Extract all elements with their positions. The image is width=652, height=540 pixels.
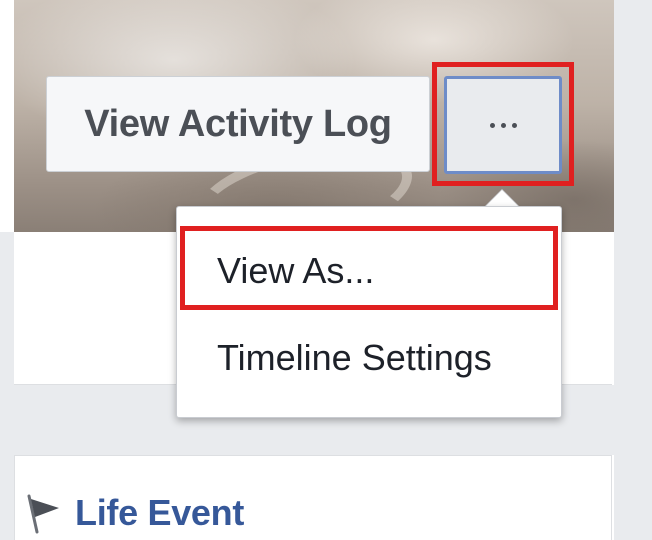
life-event-button[interactable]: Life Event	[23, 492, 244, 534]
more-dots-icon	[489, 122, 517, 128]
profile-page-crop: Life Event View Activity Log View As... …	[0, 0, 652, 540]
menu-item-view-as[interactable]: View As...	[177, 233, 561, 309]
flag-icon	[27, 494, 59, 534]
more-options-button[interactable]	[444, 76, 562, 174]
menu-item-timeline-settings[interactable]: Timeline Settings	[177, 317, 561, 399]
menu-caret	[485, 190, 519, 207]
post-composer-card: Life Event	[14, 455, 612, 540]
more-options-menu: View As... Timeline Settings	[176, 206, 562, 418]
view-activity-log-button[interactable]: View Activity Log	[46, 76, 430, 172]
right-column-background	[614, 0, 652, 540]
life-event-label: Life Event	[75, 492, 245, 533]
